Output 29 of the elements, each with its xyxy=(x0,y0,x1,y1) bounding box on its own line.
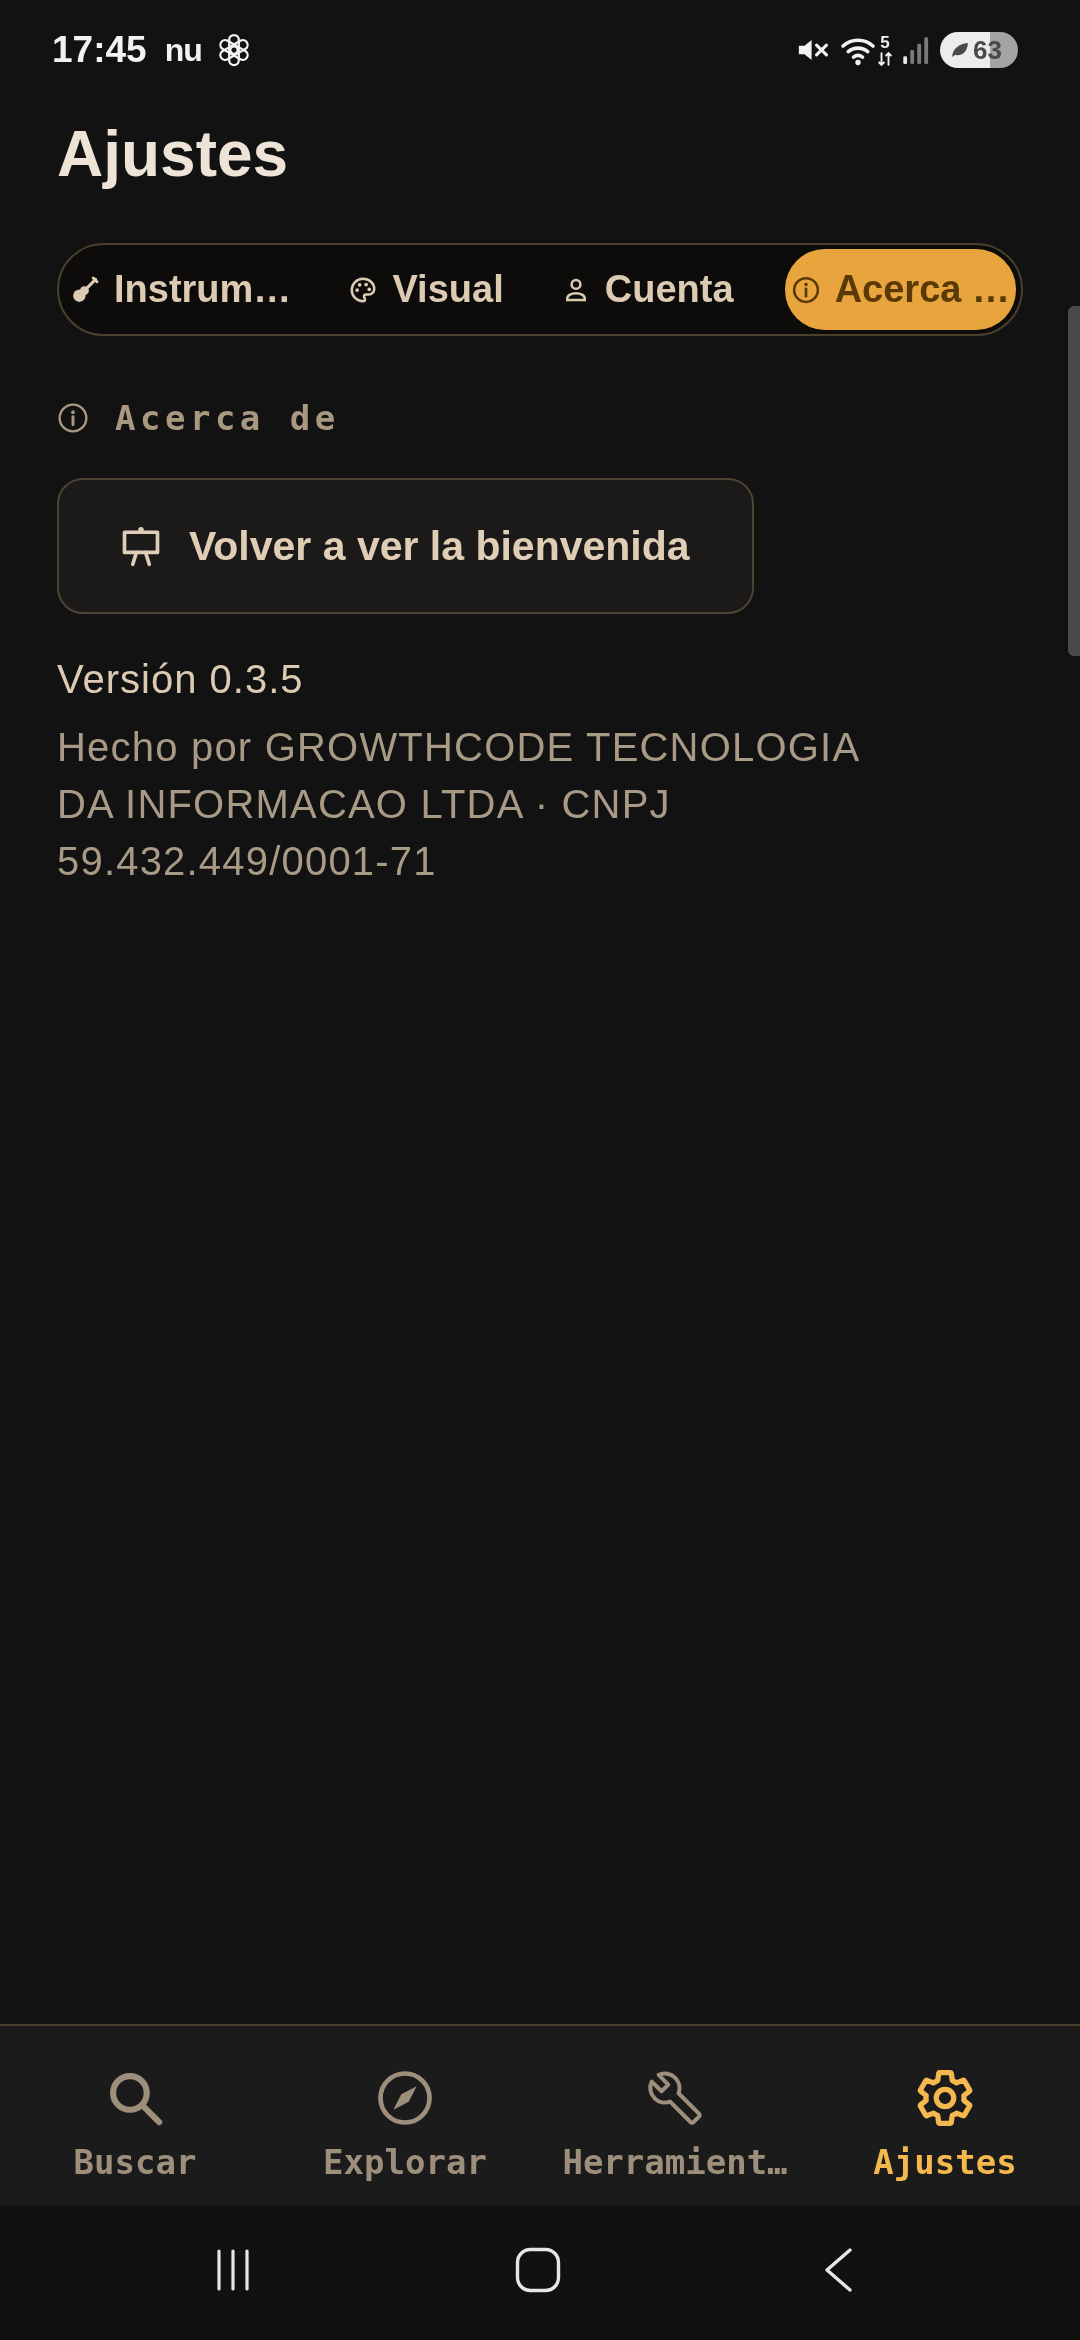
back-icon[interactable] xyxy=(823,2246,853,2293)
nav-tab[interactable]: Ajustes xyxy=(873,2070,1017,2182)
leaf-icon xyxy=(950,41,970,59)
search-icon xyxy=(107,2070,163,2126)
data-arrows-icon xyxy=(878,50,892,67)
nav-tab[interactable]: Buscar xyxy=(73,2070,197,2182)
welcome-button[interactable]: Volver a ver la bienvenida xyxy=(57,478,754,614)
status-time: 17:45 xyxy=(52,29,147,71)
info-icon xyxy=(790,274,821,305)
compass-icon xyxy=(377,2070,433,2126)
home-icon[interactable] xyxy=(515,2246,561,2293)
section-title: Acerca de xyxy=(115,398,340,438)
gear-icon xyxy=(917,2070,973,2126)
page-title: Ajustes xyxy=(57,117,289,192)
wifi-band-label: 5 xyxy=(880,33,890,51)
guitar-icon xyxy=(70,274,100,305)
credits-text: Hecho por GROWTHCODE TECNOLOGIA DA INFORMACAO LTDA · CNPJ 59.432.449/0001-71 xyxy=(57,724,860,885)
wrench-icon xyxy=(647,2070,703,2126)
settings-tab[interactable]: Instrum… xyxy=(64,249,298,330)
info-icon xyxy=(57,402,89,434)
settings-tab[interactable]: Cuenta xyxy=(554,249,740,330)
app-logo: nu xyxy=(164,31,202,69)
signal-icon xyxy=(902,34,930,66)
nav-tab[interactable]: Herramient… xyxy=(562,2070,788,2182)
nav-tab[interactable]: Explorar xyxy=(323,2070,487,2182)
version-text: Versión 0.3.5 xyxy=(57,656,304,703)
battery-level: 63 xyxy=(973,34,1002,66)
settings-tab[interactable]: Acerca … xyxy=(784,249,1016,330)
settings-tab[interactable]: Visual xyxy=(342,249,510,330)
